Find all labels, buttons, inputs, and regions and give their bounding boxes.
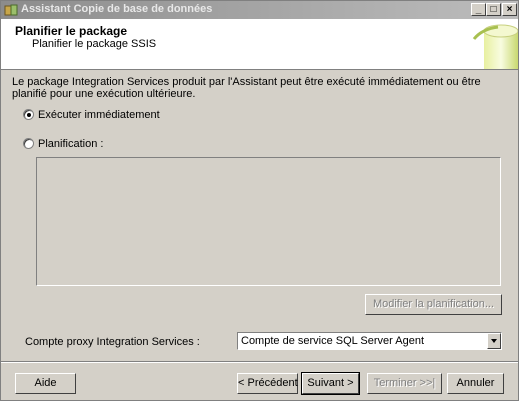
page-title: Planifier le package — [15, 24, 128, 38]
wizard-header: Planifier le package Planifier le packag… — [1, 19, 518, 70]
maximize-button[interactable]: □ — [486, 3, 501, 16]
close-button[interactable]: × — [502, 3, 517, 16]
proxy-account-select[interactable]: Compte de service SQL Server Agent — [237, 332, 502, 350]
minimize-button[interactable]: _ — [471, 3, 486, 16]
cancel-button[interactable]: Annuler — [447, 373, 504, 394]
proxy-account-label: Compte proxy Integration Services : — [25, 336, 200, 348]
database-cylinder-icon — [472, 24, 518, 69]
schedule-label[interactable]: Planification : — [38, 138, 103, 150]
previous-button[interactable]: < Précédent — [237, 373, 298, 394]
modify-schedule-button[interactable]: Modifier la planification... — [365, 294, 502, 315]
description-text: Le package Integration Services produit … — [12, 76, 481, 100]
help-button[interactable]: Aide — [15, 373, 76, 394]
next-button[interactable]: Suivant > — [301, 372, 360, 395]
schedule-details-box — [36, 157, 501, 286]
run-now-radio[interactable] — [23, 109, 34, 120]
footer-separator — [1, 361, 518, 363]
proxy-account-value: Compte de service SQL Server Agent — [241, 335, 425, 347]
radio-selected-dot — [27, 113, 31, 117]
finish-button[interactable]: Terminer >>| — [367, 373, 442, 394]
run-now-label[interactable]: Exécuter immédiatement — [38, 109, 160, 121]
page-subtitle: Planifier le package SSIS — [32, 38, 157, 50]
schedule-radio[interactable] — [23, 138, 34, 149]
dropdown-arrow-icon[interactable] — [487, 333, 501, 349]
app-icon — [4, 4, 18, 16]
wizard-window: Assistant Copie de base de données _ □ ×… — [0, 0, 519, 401]
window-title: Assistant Copie de base de données — [21, 3, 213, 15]
title-bar[interactable]: Assistant Copie de base de données _ □ × — [1, 1, 518, 19]
